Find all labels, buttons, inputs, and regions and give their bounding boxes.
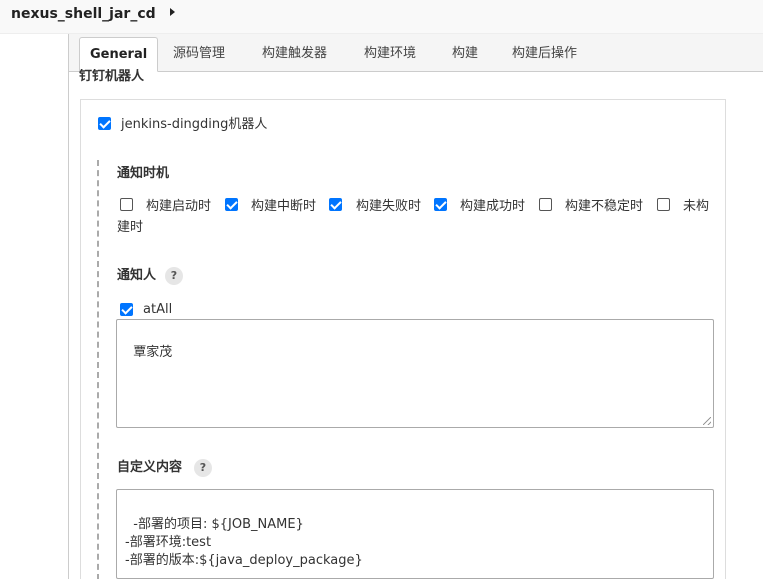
custom-content-value: -部署的项目: ${JOB_NAME} -部署环境:test -部署的版本:${… — [125, 517, 363, 568]
robot-checkbox[interactable] — [98, 117, 111, 130]
timing-unstable-checkbox[interactable] — [539, 198, 552, 211]
timing-not-built-checkbox[interactable] — [657, 198, 670, 211]
chevron-right-icon[interactable] — [170, 8, 175, 16]
tab-build-environment[interactable]: 构建环境 — [354, 37, 426, 72]
tab-scm[interactable]: 源码管理 — [163, 37, 235, 72]
custom-content-title: 自定义内容 — [117, 460, 183, 475]
notify-people-value: 覃家茂 — [133, 345, 173, 360]
robot-label: jenkins-dingding机器人 — [121, 117, 268, 132]
notify-people-textarea[interactable]: 覃家茂 — [116, 319, 714, 428]
custom-content-help-icon[interactable]: ? — [194, 459, 212, 477]
at-all-label: atAll — [143, 302, 173, 317]
nested-config-rail — [97, 160, 99, 579]
notify-people-title: 通知人 — [117, 268, 157, 283]
timing-unstable-label: 构建不稳定时 — [565, 199, 644, 214]
timing-start-label: 构建启动时 — [146, 199, 212, 214]
timing-not-built-label-line1: 未构 — [683, 199, 710, 214]
breadcrumb: nexus_shell_jar_cd — [0, 0, 763, 34]
timing-aborted-label: 构建中断时 — [251, 199, 317, 214]
resize-grip-icon[interactable] — [703, 417, 711, 425]
timing-success-checkbox[interactable] — [434, 198, 447, 211]
tab-strip: General 源码管理 构建触发器 构建环境 构建 构建后操作 — [69, 34, 763, 72]
at-all-checkbox[interactable] — [120, 303, 133, 316]
breadcrumb-job-link[interactable]: nexus_shell_jar_cd — [11, 6, 156, 22]
timing-failure-label: 构建失败时 — [356, 199, 422, 214]
timing-aborted-checkbox[interactable] — [225, 198, 238, 211]
timing-failure-checkbox[interactable] — [329, 198, 342, 211]
tab-build-triggers[interactable]: 构建触发器 — [252, 37, 337, 72]
section-title: 钉钉机器人 — [79, 69, 145, 83]
tab-post-build[interactable]: 构建后操作 — [502, 37, 587, 72]
timing-not-built-label-line2: 建时 — [117, 220, 144, 235]
notify-timing-title: 通知时机 — [117, 166, 170, 181]
tab-general[interactable]: General — [79, 37, 159, 72]
custom-content-textarea[interactable]: -部署的项目: ${JOB_NAME} -部署环境:test -部署的版本:${… — [116, 489, 714, 579]
tab-build[interactable]: 构建 — [442, 37, 488, 72]
timing-success-label: 构建成功时 — [460, 199, 526, 214]
timing-start-checkbox[interactable] — [120, 198, 133, 211]
notify-people-help-icon[interactable]: ? — [165, 267, 183, 285]
